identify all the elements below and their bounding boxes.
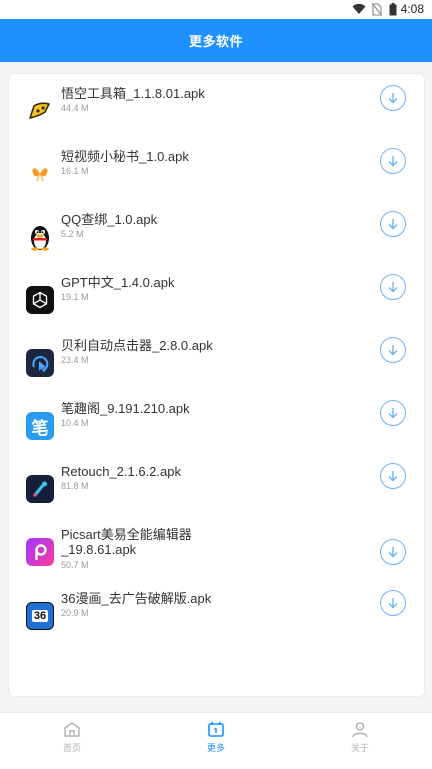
picsart-icon [26,538,54,566]
list-item: Retouch_2.1.6.2.apk 81.8 M [9,457,424,520]
app-size: 19.1 M [61,292,89,302]
manhua36-icon-glyph: 36 [31,610,49,622]
download-button[interactable] [380,463,406,489]
nav-item-home[interactable]: 首页 [42,721,102,765]
list-item: 短视频小秘书_1.0.apk 16.1 M [9,142,424,205]
app-name: 笔趣阁_9.191.210.apk [61,401,190,416]
download-button[interactable] [380,211,406,237]
download-button[interactable] [380,337,406,363]
download-button[interactable] [380,400,406,426]
list-item: 贝利自动点击器_2.8.0.apk 23.4 M [9,331,424,394]
wukong-toolbox-icon [26,97,54,125]
list-item: 悟空工具箱_1.1.8.01.apk 44.4 M [9,79,424,142]
nav-label-about: 关于 [350,743,369,753]
app-size: 23.4 M [61,355,89,365]
app-name: 短视频小秘书_1.0.apk [61,149,189,164]
page-title: 更多软件 [188,34,243,49]
download-button[interactable] [380,148,406,174]
status-bar: 4:08 [0,0,432,19]
download-arrow-icon [388,282,398,293]
download-arrow-icon [388,345,398,356]
manhua36-icon: 36 [26,602,54,630]
more-icon [208,722,224,737]
download-button[interactable] [380,539,406,565]
app-bar: 更多软件 [0,19,432,62]
app-name: GPT中文_1.4.0.apk [61,275,175,290]
nav-item-more[interactable]: 更多 [186,721,246,765]
app-size: 10.4 M [61,418,89,428]
download-button[interactable] [380,274,406,300]
butterfly-icon [26,160,54,188]
download-button[interactable] [380,590,406,616]
status-time: 4:08 [400,2,424,16]
download-button[interactable] [380,85,406,111]
nav-item-about[interactable]: 关于 [330,721,390,765]
qq-penguin-icon [26,223,54,251]
list-item: 笔 笔趣阁_9.191.210.apk 10.4 M [9,394,424,457]
list-item: GPT中文_1.4.0.apk 19.1 M [9,268,424,331]
auto-clicker-icon [26,349,54,377]
app-name: 悟空工具箱_1.1.8.01.apk [61,86,205,101]
nav-label-home: 首页 [62,743,81,753]
app-name: QQ查绑_1.0.apk [61,212,158,227]
download-arrow-icon [388,408,398,419]
retouch-icon [26,475,54,503]
wifi-icon [352,3,366,15]
app-name: Picsart美易全能编辑器 _19.8.61.apk [61,527,192,557]
nav-label-more: 更多 [206,743,225,753]
app-name: 贝利自动点击器_2.8.0.apk [61,338,213,353]
app-list-panel: 悟空工具箱_1.1.8.01.apk 44.4 M 短视频小秘书_1.0.apk… [8,73,425,697]
download-arrow-icon [388,547,398,558]
battery-icon [389,3,397,16]
no-sim-icon [372,3,382,16]
download-arrow-icon [388,93,398,104]
download-arrow-icon [388,219,398,230]
app-size: 81.8 M [61,481,89,491]
user-icon [352,722,368,738]
list-item: Picsart美易全能编辑器 _19.8.61.apk 50.7 M [9,520,424,586]
home-icon [64,722,80,737]
download-arrow-icon [388,598,398,609]
list-item: 36 36漫画_去广告破解版.apk 20.9 M [9,584,424,647]
biquge-icon-glyph: 笔 [31,418,49,438]
app-name: 36漫画_去广告破解版.apk [61,591,212,606]
openai-icon [26,286,54,314]
download-arrow-icon [388,156,398,167]
app-size: 16.1 M [61,166,89,176]
app-size: 5.2 M [61,229,84,239]
app-size: 44.4 M [61,103,89,113]
download-arrow-icon [388,471,398,482]
biquge-icon: 笔 [26,412,54,440]
app-size: 20.9 M [61,608,89,618]
bottom-nav: 首页 更多 关于 [0,712,432,769]
app-size: 50.7 M [61,560,89,570]
app-name: Retouch_2.1.6.2.apk [61,464,181,479]
list-item: QQ查绑_1.0.apk 5.2 M [9,205,424,268]
